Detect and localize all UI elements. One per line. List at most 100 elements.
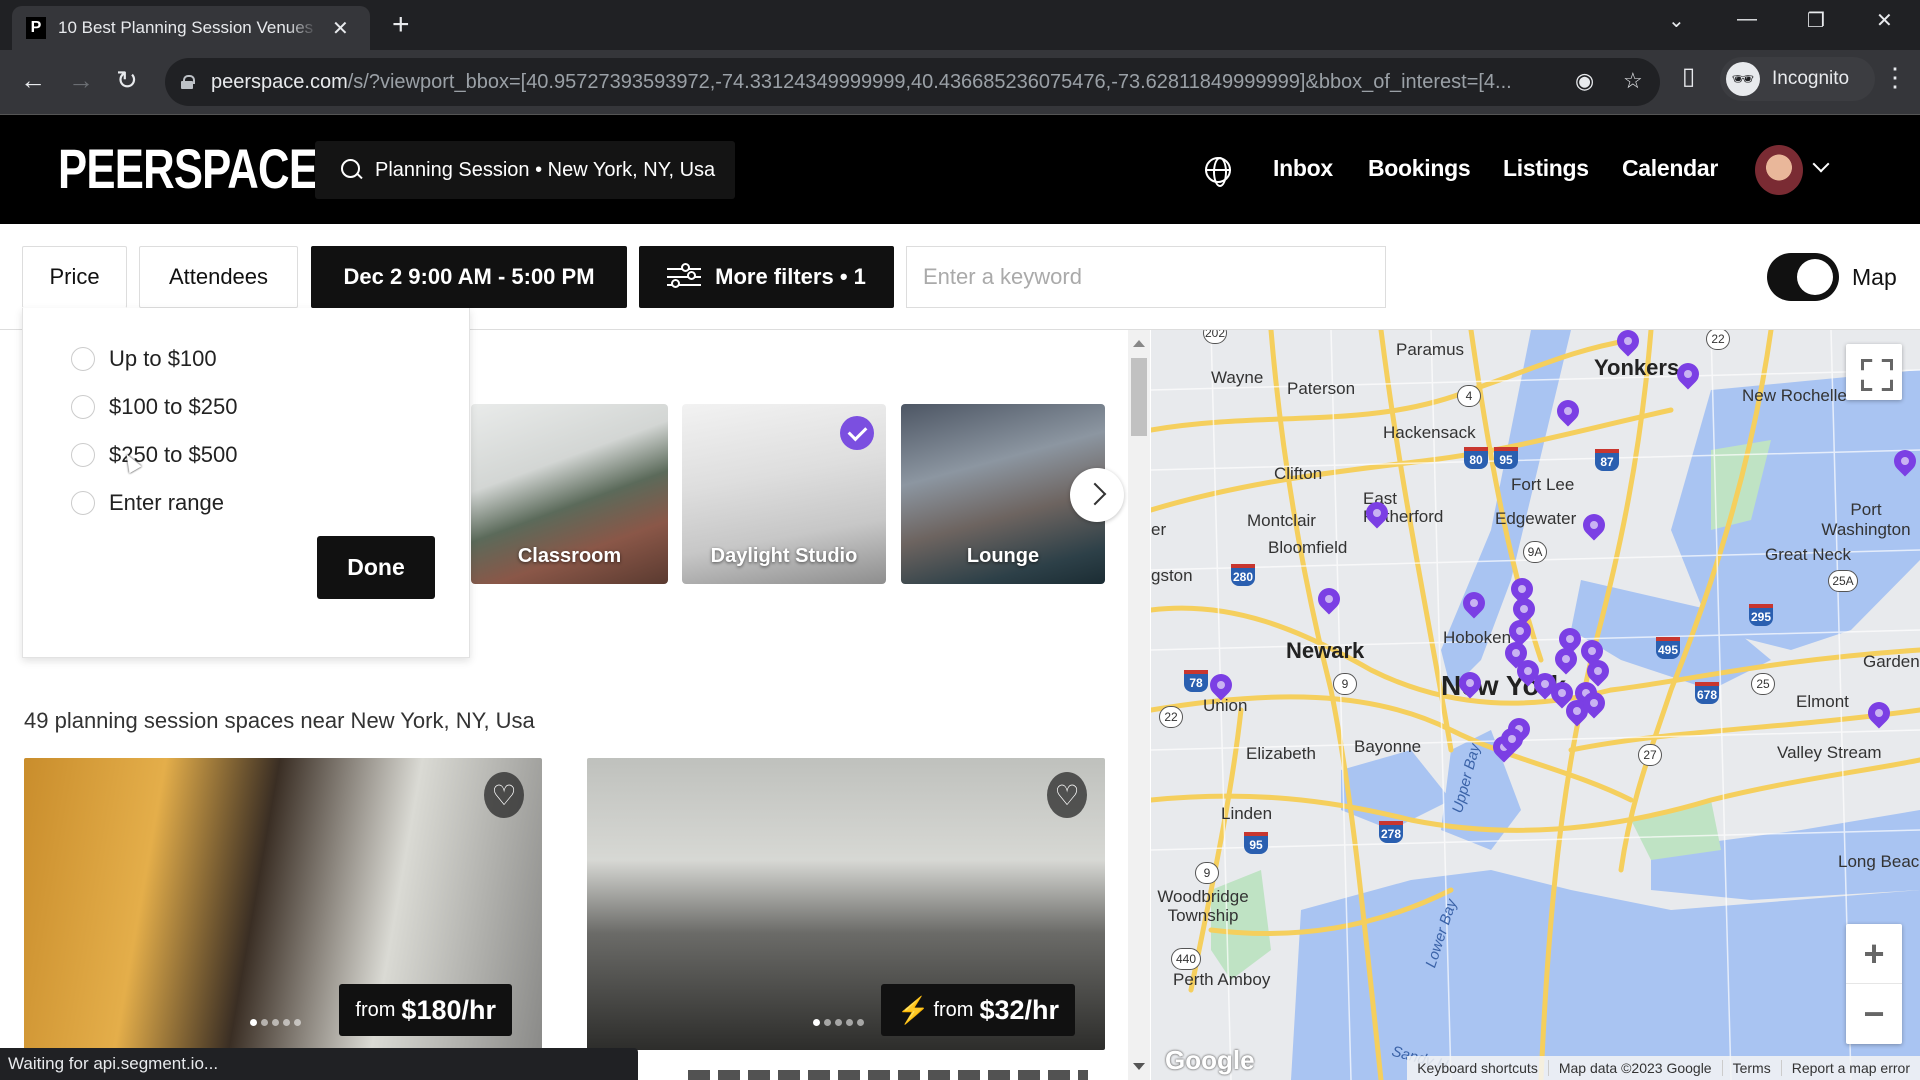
search-query: Planning Session • New York, NY, Usa xyxy=(375,158,716,181)
price-option-up-to-100[interactable]: Up to $100 xyxy=(71,346,217,372)
address-bar[interactable]: peerspace.com/s/?viewport_bbox=[40.95727… xyxy=(165,58,1660,106)
map-footer: Keyboard shortcuts Map data ©2023 Google… xyxy=(1407,1056,1920,1080)
scroll-down-arrow-icon[interactable] xyxy=(1133,1063,1145,1070)
scroll-up-arrow-icon[interactable] xyxy=(1133,340,1145,347)
site-header: PEERSPACE Planning Session • New York, N… xyxy=(0,115,1920,224)
price-option-100-to-250[interactable]: $100 to $250 xyxy=(71,394,237,420)
bookmark-star-icon[interactable]: ☆ xyxy=(1623,68,1643,94)
peerspace-logo[interactable]: PEERSPACE xyxy=(58,137,318,201)
map-label-clifton: Clifton xyxy=(1274,464,1323,483)
route-shield: 9 xyxy=(1195,862,1219,884)
map-toggle-label: Map xyxy=(1852,264,1897,290)
interstate-shield: 280 xyxy=(1231,564,1255,586)
done-button[interactable]: Done xyxy=(317,536,435,599)
incognito-profile-button[interactable]: 🕶 Incognito xyxy=(1720,57,1875,101)
reload-icon[interactable]: ↻ xyxy=(116,65,138,95)
tab-strip: P 10 Best Planning Session Venues ✕ + ⌄ … xyxy=(0,0,1920,50)
terms-link[interactable]: Terms xyxy=(1723,1060,1782,1076)
route-shield: 4 xyxy=(1457,385,1481,407)
map-label-elmont: Elmont xyxy=(1796,692,1849,711)
search-icon xyxy=(341,159,363,181)
restore-icon[interactable]: ❐ xyxy=(1807,8,1825,33)
more-filters-label: More filters • 1 xyxy=(715,264,866,289)
route-shield: 25 xyxy=(1751,673,1775,695)
zoom-out-button[interactable]: − xyxy=(1846,984,1902,1044)
nav-bookings[interactable]: Bookings xyxy=(1368,155,1471,182)
tab-search-chevron-icon[interactable]: ⌄ xyxy=(1668,8,1685,33)
listing-card[interactable]: ♡ ⚡ from $32/hr xyxy=(587,758,1105,1050)
url-host: peerspace.com xyxy=(211,70,348,93)
scroll-thumb[interactable] xyxy=(1131,358,1147,436)
chevron-down-icon[interactable] xyxy=(1812,155,1830,173)
report-map-error-link[interactable]: Report a map error xyxy=(1782,1060,1920,1076)
toolbar: ← → ↻ peerspace.com/s/?viewport_bbox=[40… xyxy=(0,50,1920,115)
nav-calendar[interactable]: Calendar xyxy=(1622,155,1718,182)
interstate-shield: 495 xyxy=(1656,637,1680,659)
close-window-icon[interactable]: ✕ xyxy=(1876,8,1893,33)
close-tab-icon[interactable]: ✕ xyxy=(332,16,349,41)
interstate-shield: 87 xyxy=(1595,449,1619,471)
peerspace-favicon-icon: P xyxy=(26,17,46,39)
map-label-wayne: Wayne xyxy=(1211,368,1264,387)
attendees-filter-button[interactable]: Attendees xyxy=(139,246,298,308)
radio-button[interactable] xyxy=(71,347,95,371)
url-text: peerspace.com/s/?viewport_bbox=[40.95727… xyxy=(211,71,1556,94)
fullscreen-button[interactable] xyxy=(1846,344,1902,400)
price-option-250-to-500[interactable]: $250 to $500 xyxy=(71,442,237,468)
browser-tab[interactable]: P 10 Best Planning Session Venues ✕ xyxy=(12,6,370,50)
keyboard-shortcuts-link[interactable]: Keyboard shortcuts xyxy=(1407,1060,1549,1076)
map-label-woodbridge-township: Woodbridge Township xyxy=(1157,887,1249,925)
nav-listings[interactable]: Listings xyxy=(1503,155,1589,182)
price-tag: ⚡ from $32/hr xyxy=(881,984,1075,1036)
category-card-daylight-studio[interactable]: Daylight Studio xyxy=(682,404,886,584)
map-label-great-neck: Great Neck xyxy=(1765,545,1851,564)
map-toggle[interactable] xyxy=(1767,253,1839,301)
map[interactable]: Wayne Paramus Paterson Hackensack Yonker… xyxy=(1151,330,1920,1080)
date-filter-button[interactable]: Dec 2 9:00 AM - 5:00 PM xyxy=(311,246,627,308)
map-label-elizabeth: Elizabeth xyxy=(1246,744,1316,763)
map-data-attribution: Map data ©2023 Google xyxy=(1549,1060,1723,1076)
google-logo[interactable]: Google xyxy=(1165,1045,1255,1076)
keyword-input[interactable] xyxy=(906,246,1386,308)
route-shield: 22 xyxy=(1706,330,1730,350)
carousel-next-button[interactable] xyxy=(1070,468,1124,522)
forward-icon[interactable]: → xyxy=(68,65,94,95)
map-label-port-washington: Port Washington xyxy=(1821,500,1911,539)
interstate-shield: 278 xyxy=(1379,821,1403,843)
price-option-enter-range[interactable]: Enter range xyxy=(71,490,224,516)
nav-inbox[interactable]: Inbox xyxy=(1273,155,1333,182)
map-label-hoboken: Hoboken xyxy=(1443,628,1512,647)
kebab-menu-icon[interactable]: ⋮ xyxy=(1882,62,1908,93)
radio-button[interactable] xyxy=(71,491,95,515)
radio-button[interactable] xyxy=(71,443,95,467)
price-prefix: from xyxy=(933,998,974,1021)
route-shield: 9 xyxy=(1333,673,1357,695)
price-dropdown: Up to $100 $100 to $250 $250 to $500 Ent… xyxy=(22,308,470,658)
listings-scrollbar[interactable] xyxy=(1128,330,1150,1080)
eye-off-icon[interactable]: ◉ xyxy=(1575,68,1594,94)
heart-icon[interactable]: ♡ xyxy=(1047,772,1087,818)
back-icon[interactable]: ← xyxy=(20,65,46,95)
heart-icon[interactable]: ♡ xyxy=(484,772,524,818)
browser-window: P 10 Best Planning Session Venues ✕ + ⌄ … xyxy=(0,0,1920,1080)
map-label-bayonne: Bayonne xyxy=(1354,737,1422,756)
map-label-montclair: Montclair xyxy=(1247,511,1316,530)
side-panel-icon[interactable]: ▯ xyxy=(1682,62,1695,91)
lock-icon[interactable] xyxy=(181,75,195,89)
minimize-icon[interactable]: — xyxy=(1737,8,1757,31)
zoom-in-button[interactable]: + xyxy=(1846,924,1902,984)
category-label: Daylight Studio xyxy=(710,545,858,567)
category-card-classroom[interactable]: Classroom xyxy=(471,404,668,584)
more-filters-button[interactable]: More filters • 1 xyxy=(639,246,894,308)
new-tab-icon[interactable]: + xyxy=(392,10,410,40)
radio-button[interactable] xyxy=(71,395,95,419)
map-label-paterson: Paterson xyxy=(1287,379,1356,398)
price-filter-button[interactable]: Price xyxy=(22,246,127,308)
user-avatar[interactable] xyxy=(1755,145,1803,195)
photo-pagination-dots xyxy=(813,1019,864,1026)
globe-icon[interactable] xyxy=(1205,157,1231,187)
map-label-valley-stream: Valley Stream xyxy=(1777,743,1882,762)
listing-card[interactable]: ♡ from $180/hr xyxy=(24,758,542,1050)
search-bar[interactable]: Planning Session • New York, NY, Usa xyxy=(315,141,735,199)
radio-label: Enter range xyxy=(109,490,224,515)
